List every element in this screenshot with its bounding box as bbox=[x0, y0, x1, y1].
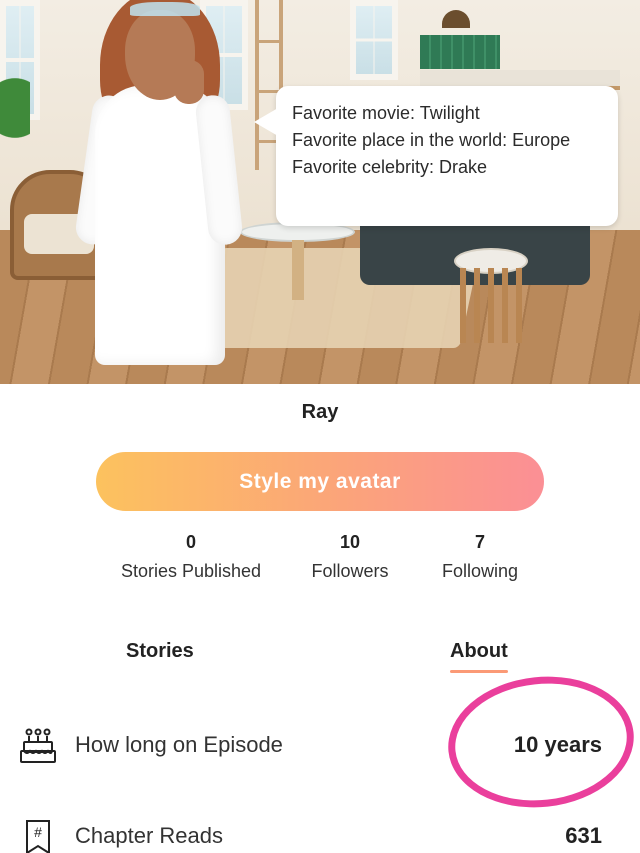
style-avatar-button[interactable]: Style my avatar bbox=[96, 452, 544, 511]
hashtag-bookmark-icon: # bbox=[18, 817, 58, 853]
avatar-scene: Favorite movie: Twilight Favorite place … bbox=[0, 0, 640, 384]
stat-stories-published: 0 Stories Published bbox=[111, 532, 271, 582]
user-avatar[interactable] bbox=[70, 0, 260, 384]
plant bbox=[0, 60, 30, 180]
bubble-line-celebrity: Favorite celebrity: Drake bbox=[292, 157, 488, 177]
avatar-hand bbox=[174, 60, 204, 104]
about-row-time-on-episode: How long on Episode 10 years bbox=[0, 722, 640, 772]
about-row-value: 631 bbox=[565, 823, 602, 848]
about-row-chapter-reads: # Chapter Reads 631 bbox=[0, 813, 640, 853]
birthday-cake-icon bbox=[18, 726, 58, 766]
stat-label: Followers bbox=[311, 561, 389, 581]
stat-label: Stories Published bbox=[120, 561, 262, 581]
tab-stories[interactable]: Stories bbox=[126, 640, 194, 663]
avatar-tiara bbox=[130, 2, 200, 16]
svg-text:#: # bbox=[34, 824, 42, 840]
bubble-line-place: Favorite place in the world: Europe bbox=[292, 130, 571, 150]
stat-value: 10 bbox=[339, 532, 361, 552]
room-window bbox=[350, 0, 398, 80]
tab-about[interactable]: About bbox=[450, 640, 508, 673]
stat-value: 7 bbox=[474, 532, 485, 552]
coffee-table-leg bbox=[292, 240, 304, 300]
stat-followers[interactable]: 10 Followers bbox=[300, 532, 400, 582]
username: Ray bbox=[301, 401, 339, 423]
about-row-value: 10 years bbox=[513, 732, 602, 757]
stat-value: 0 bbox=[185, 532, 196, 552]
profile-stats: 0 Stories Published 10 Followers 7 Follo… bbox=[0, 532, 640, 592]
about-row-label: Chapter Reads bbox=[75, 823, 223, 848]
kitchen-tiles bbox=[420, 35, 500, 69]
stat-following[interactable]: 7 Following bbox=[430, 532, 530, 582]
stat-label: Following bbox=[441, 561, 519, 581]
wicker-stool bbox=[454, 248, 528, 343]
speech-bubble: Favorite movie: Twilight Favorite place … bbox=[254, 86, 618, 226]
bubble-line-movie: Favorite movie: Twilight bbox=[292, 103, 480, 123]
about-row-label: How long on Episode bbox=[75, 732, 283, 757]
